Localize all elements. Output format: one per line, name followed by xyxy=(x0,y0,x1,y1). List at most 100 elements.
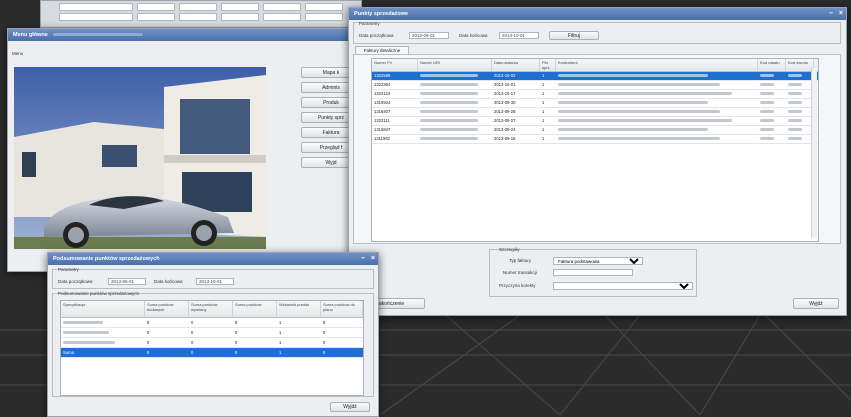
redacted-text xyxy=(788,74,802,78)
invoice-number-cell: 1322589 xyxy=(374,73,391,78)
uri-cell xyxy=(418,135,492,143)
return-code-cell xyxy=(786,99,814,107)
exit-button[interactable]: Wyjdź xyxy=(793,298,839,309)
redacted-text xyxy=(760,128,774,132)
table-row[interactable]: 0 0 0 1 0 xyxy=(61,338,363,348)
invoice-number-cell: 1322364 xyxy=(374,82,391,87)
date-cell: 2013-09-30 xyxy=(494,100,516,105)
redacted-text xyxy=(420,92,478,96)
table-row[interactable]: 0 0 0 1 0 xyxy=(61,328,363,338)
invoice-number-cell: 1319924 xyxy=(374,100,391,105)
grid-header: Specyfikacje Suma punktów dodanych Suma … xyxy=(61,301,363,318)
return-code-cell xyxy=(786,126,814,134)
spec-cell xyxy=(61,318,145,327)
grid-header: Numer FV Numer URI Data dodania Pkt sprz… xyxy=(372,59,818,72)
correction-reason-select[interactable] xyxy=(553,282,693,290)
column-header[interactable]: Suma punktów do planu xyxy=(321,301,363,317)
table-row[interactable]: 1322111 2013-09-27 1 xyxy=(372,117,818,126)
redacted-text xyxy=(420,137,478,141)
table-row[interactable]: 8 0 8 1 8 xyxy=(61,318,363,328)
column-header[interactable]: Suma punktów wymiany xyxy=(189,301,233,317)
point-cell: 1 xyxy=(542,91,545,96)
table-row[interactable]: 1318407 2013-09-28 1 xyxy=(372,108,818,117)
column-header[interactable]: Data dodania xyxy=(492,59,540,71)
point-cell: 1 xyxy=(542,100,545,105)
customer-cell xyxy=(556,126,758,134)
params-group-label: Parametry xyxy=(58,267,79,272)
date-to-label: Data końcowa xyxy=(154,279,183,284)
column-header[interactable]: Kod rabatu xyxy=(758,59,786,71)
table-row[interactable]: 1322589 2013-10-02 1 xyxy=(372,72,818,81)
invoice-number-cell: 1322111 xyxy=(374,118,390,123)
table-row[interactable]: 1322123 2013-10-17 1 xyxy=(372,90,818,99)
value-cell: 8 xyxy=(235,320,238,325)
transaction-number-input[interactable] xyxy=(553,269,633,276)
redacted-text xyxy=(760,110,774,114)
redacted-text xyxy=(63,321,103,325)
table-row[interactable]: 1319924 2013-09-30 1 xyxy=(372,99,818,108)
close-icon[interactable]: × xyxy=(371,253,375,265)
redacted-text xyxy=(788,92,802,96)
redacted-text xyxy=(760,101,774,105)
date-from-input[interactable]: 2013-06-01 xyxy=(108,278,146,285)
point-cell: 1 xyxy=(542,109,545,114)
point-cell: 1 xyxy=(542,136,545,141)
value-cell: 1 xyxy=(279,350,282,355)
redacted-text xyxy=(420,110,478,114)
minimize-icon[interactable]: – xyxy=(829,8,833,20)
window-title: Menu główne xyxy=(13,32,48,38)
background-window xyxy=(40,0,362,28)
column-header[interactable]: Kod zwrotu xyxy=(786,59,814,71)
table-row[interactable]: 1316847 2013-09-24 1 xyxy=(372,126,818,135)
redacted-text xyxy=(788,128,802,132)
discount-code-cell xyxy=(758,126,786,134)
column-header[interactable]: Suma punktów xyxy=(233,301,277,317)
column-header[interactable]: Kontrahent xyxy=(556,59,758,71)
sale-points-window: Punkty sprzedażowe – × Parametry Data po… xyxy=(348,7,847,316)
invoice-type-select[interactable]: Faktura podstawowa xyxy=(553,257,643,265)
uri-cell xyxy=(418,117,492,125)
value-cell: 0 xyxy=(147,330,150,335)
column-header[interactable]: Numer URI xyxy=(418,59,492,71)
window-title: Punkty sprzedażowe xyxy=(354,11,409,17)
date-from-input[interactable]: 2013-06-01 xyxy=(409,32,449,39)
table-row[interactable]: 1322364 2013-10-01 1 xyxy=(372,81,818,90)
discount-code-cell xyxy=(758,72,786,80)
correction-reason-label: Przyczyna korekty xyxy=(499,283,536,288)
close-icon[interactable]: × xyxy=(839,8,843,20)
exit-button[interactable]: Wyjdź xyxy=(330,402,370,412)
point-cell: 1 xyxy=(542,73,545,78)
summary-grid[interactable]: Specyfikacje Suma punktów dodanych Suma … xyxy=(60,300,364,396)
value-cell: 8 xyxy=(147,350,150,355)
column-header[interactable]: Numer FV xyxy=(372,59,418,71)
minimize-icon[interactable]: – xyxy=(361,253,365,265)
grid-scrollbar[interactable] xyxy=(811,68,817,238)
column-header[interactable]: Suma punktów dodanych xyxy=(145,301,189,317)
discount-code-cell xyxy=(758,117,786,125)
table-row[interactable]: Suma 8 0 8 1 8 xyxy=(61,348,363,358)
redacted-text xyxy=(788,83,802,87)
point-cell: 1 xyxy=(542,82,545,87)
date-to-input[interactable]: 2013-10-01 xyxy=(499,32,539,39)
uri-cell xyxy=(418,99,492,107)
details-group-label: Szczegóły xyxy=(499,247,520,252)
return-code-cell xyxy=(786,117,814,125)
discount-code-cell xyxy=(758,81,786,89)
summary-grid-label: Podsumowanie punktów sprzedażowych xyxy=(58,291,140,296)
uri-cell xyxy=(418,90,492,98)
date-to-input[interactable]: 2013-10-01 xyxy=(196,278,234,285)
return-code-cell xyxy=(786,72,814,80)
column-header[interactable]: Pkt sprz. xyxy=(540,59,556,71)
table-row[interactable]: 1311962 2013-09-18 1 xyxy=(372,135,818,144)
column-header[interactable]: Specyfikacje xyxy=(61,301,145,317)
sale-points-titlebar: Punkty sprzedażowe – × xyxy=(349,8,846,20)
column-header[interactable]: Wskaźnik punktu xyxy=(277,301,321,317)
filter-button[interactable]: Filtruj xyxy=(549,31,599,40)
customer-cell xyxy=(556,135,758,143)
value-cell: 8 xyxy=(323,320,326,325)
return-code-cell xyxy=(786,90,814,98)
date-cell: 2013-10-17 xyxy=(494,91,516,96)
value-cell: 0 xyxy=(323,330,326,335)
invoices-grid[interactable]: Numer FV Numer URI Data dodania Pkt sprz… xyxy=(371,58,819,242)
customer-cell xyxy=(556,117,758,125)
